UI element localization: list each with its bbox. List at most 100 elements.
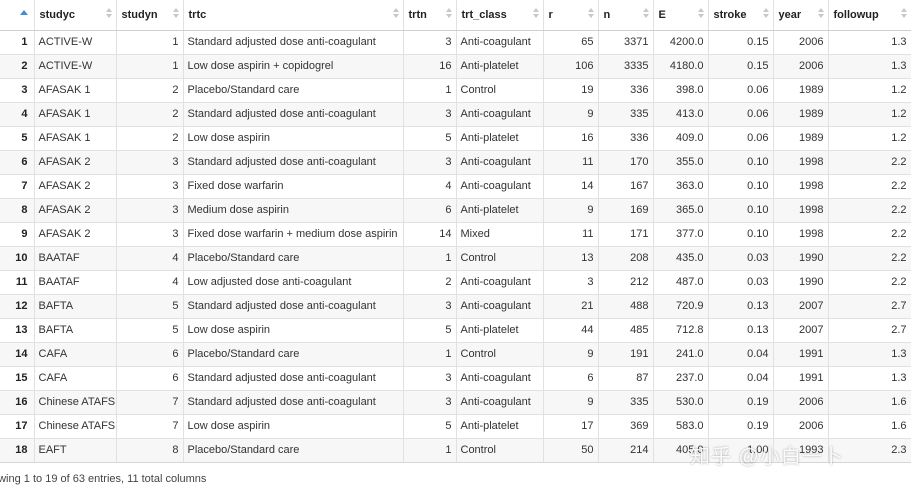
cell-followup: 2.2 (828, 246, 911, 271)
column-header-studyc[interactable]: studyc (34, 0, 117, 31)
cell-e: 530.0 (653, 390, 709, 415)
cell-studyn: 7 (116, 414, 184, 439)
cell-n: 171 (598, 222, 654, 247)
column-header-studyn[interactable]: studyn (116, 0, 184, 31)
cell-r: 16 (543, 126, 599, 151)
cell-e: 377.0 (653, 222, 709, 247)
sort-updown-icon[interactable] (900, 8, 907, 20)
cell-n: 3371 (598, 30, 654, 55)
column-header-stroke[interactable]: stroke (708, 0, 774, 31)
cell-e: 4200.0 (653, 30, 709, 55)
column-header-trtn[interactable]: trtn (403, 0, 457, 31)
table-row: 10 BAATAF 4 Placebo/Standard care 1 Control 13… (0, 246, 911, 271)
cell-r: 3 (543, 270, 599, 295)
cell-year: 1989 (773, 102, 829, 127)
table-body: 1 ACTIVE-W 1 Standard adjusted dose anti-co… (0, 30, 911, 462)
cell-e: 413.0 (653, 102, 709, 127)
cell-studyc: AFASAK 2 (34, 150, 117, 175)
cell-trt-class: Anti-coagulant (456, 270, 544, 295)
cell-e: 4180.0 (653, 54, 709, 79)
cell-trtn: 3 (403, 390, 457, 415)
cell-studyc: CAFA (34, 366, 117, 391)
cell-trtc: Standard adjusted dose anti-coagulant (183, 150, 404, 175)
sort-updown-icon[interactable] (445, 8, 452, 20)
row-number: 6 (0, 150, 35, 175)
cell-trt-class: Anti-platelet (456, 54, 544, 79)
sort-updown-icon[interactable] (697, 8, 704, 20)
sort-updown-icon[interactable] (817, 8, 824, 20)
cell-trtn: 5 (403, 126, 457, 151)
cell-year: 1991 (773, 342, 829, 367)
column-header-n[interactable]: n (598, 0, 654, 31)
cell-r: 17 (543, 414, 599, 439)
column-header-followup[interactable]: followup (828, 0, 911, 31)
column-header-year[interactable]: year (773, 0, 829, 31)
sort-updown-icon[interactable] (392, 8, 399, 20)
sort-updown-icon[interactable] (532, 8, 539, 20)
cell-trtn: 1 (403, 342, 457, 367)
cell-followup: 1.6 (828, 390, 911, 415)
table-row: 3 AFASAK 1 2 Placebo/Standard care 1 Control 1… (0, 78, 911, 103)
data-table: studyc studyn trtc trtn trt_class r n Estroke ye… (0, 0, 911, 462)
cell-year: 1998 (773, 222, 829, 247)
cell-r: 21 (543, 294, 599, 319)
header-rownum[interactable] (0, 0, 35, 31)
row-number: 14 (0, 342, 35, 367)
cell-n: 212 (598, 270, 654, 295)
cell-studyc: ACTIVE-W (34, 30, 117, 55)
cell-stroke: 0.03 (708, 270, 774, 295)
cell-followup: 1.2 (828, 102, 911, 127)
sort-updown-icon[interactable] (642, 8, 649, 20)
cell-trtc: Standard adjusted dose anti-coagulant (183, 390, 404, 415)
column-header-trt-class[interactable]: trt_class (456, 0, 544, 31)
cell-studyn: 6 (116, 342, 184, 367)
cell-studyn: 2 (116, 78, 184, 103)
column-header-label: n (603, 8, 611, 21)
cell-studyn: 8 (116, 438, 184, 462)
cell-trtn: 3 (403, 294, 457, 319)
column-header-e[interactable]: E (653, 0, 709, 31)
cell-trtc: Standard adjusted dose anti-coagulant (183, 30, 404, 55)
cell-r: 19 (543, 78, 599, 103)
cell-followup: 2.2 (828, 198, 911, 223)
row-number: 17 (0, 414, 35, 439)
cell-year: 2006 (773, 390, 829, 415)
cell-stroke: 0.04 (708, 366, 774, 391)
cell-trt-class: Anti-platelet (456, 318, 544, 343)
row-number: 7 (0, 174, 35, 199)
cell-r: 13 (543, 246, 599, 271)
cell-studyc: AFASAK 2 (34, 222, 117, 247)
cell-studyc: BAFTA (34, 318, 117, 343)
cell-studyn: 2 (116, 102, 184, 127)
row-number: 2 (0, 54, 35, 79)
sort-updown-icon[interactable] (762, 8, 769, 20)
cell-followup: 1.2 (828, 126, 911, 151)
cell-followup: 1.2 (828, 78, 911, 103)
table-row: 12 BAFTA 5 Standard adjusted dose anti-coag… (0, 294, 911, 319)
cell-n: 3335 (598, 54, 654, 79)
cell-stroke: 0.19 (708, 390, 774, 415)
cell-studyc: AFASAK 1 (34, 78, 117, 103)
cell-trtn: 1 (403, 78, 457, 103)
cell-e: 237.0 (653, 366, 709, 391)
column-header-r[interactable]: r (543, 0, 599, 31)
cell-trt-class: Control (456, 78, 544, 103)
watermark: 知乎 @小白一卜 (690, 446, 844, 468)
table-row: 9 AFASAK 2 3 Fixed dose warfarin + medium d… (0, 222, 911, 247)
table-row: 13 BAFTA 5 Low dose aspirin 5 Anti-platelet 44… (0, 318, 911, 343)
sort-ascending-icon[interactable] (20, 10, 28, 15)
cell-n: 169 (598, 198, 654, 223)
cell-followup: 2.2 (828, 222, 911, 247)
cell-year: 1989 (773, 78, 829, 103)
cell-studyc: BAATAF (34, 270, 117, 295)
sort-updown-icon[interactable] (172, 8, 179, 20)
sort-updown-icon[interactable] (587, 8, 594, 20)
sort-updown-icon[interactable] (105, 8, 112, 20)
row-number: 13 (0, 318, 35, 343)
cell-followup: 2.2 (828, 174, 911, 199)
cell-studyn: 1 (116, 54, 184, 79)
cell-n: 336 (598, 126, 654, 151)
column-header-trtc[interactable]: trtc (183, 0, 404, 31)
cell-e: 583.0 (653, 414, 709, 439)
cell-stroke: 0.15 (708, 54, 774, 79)
